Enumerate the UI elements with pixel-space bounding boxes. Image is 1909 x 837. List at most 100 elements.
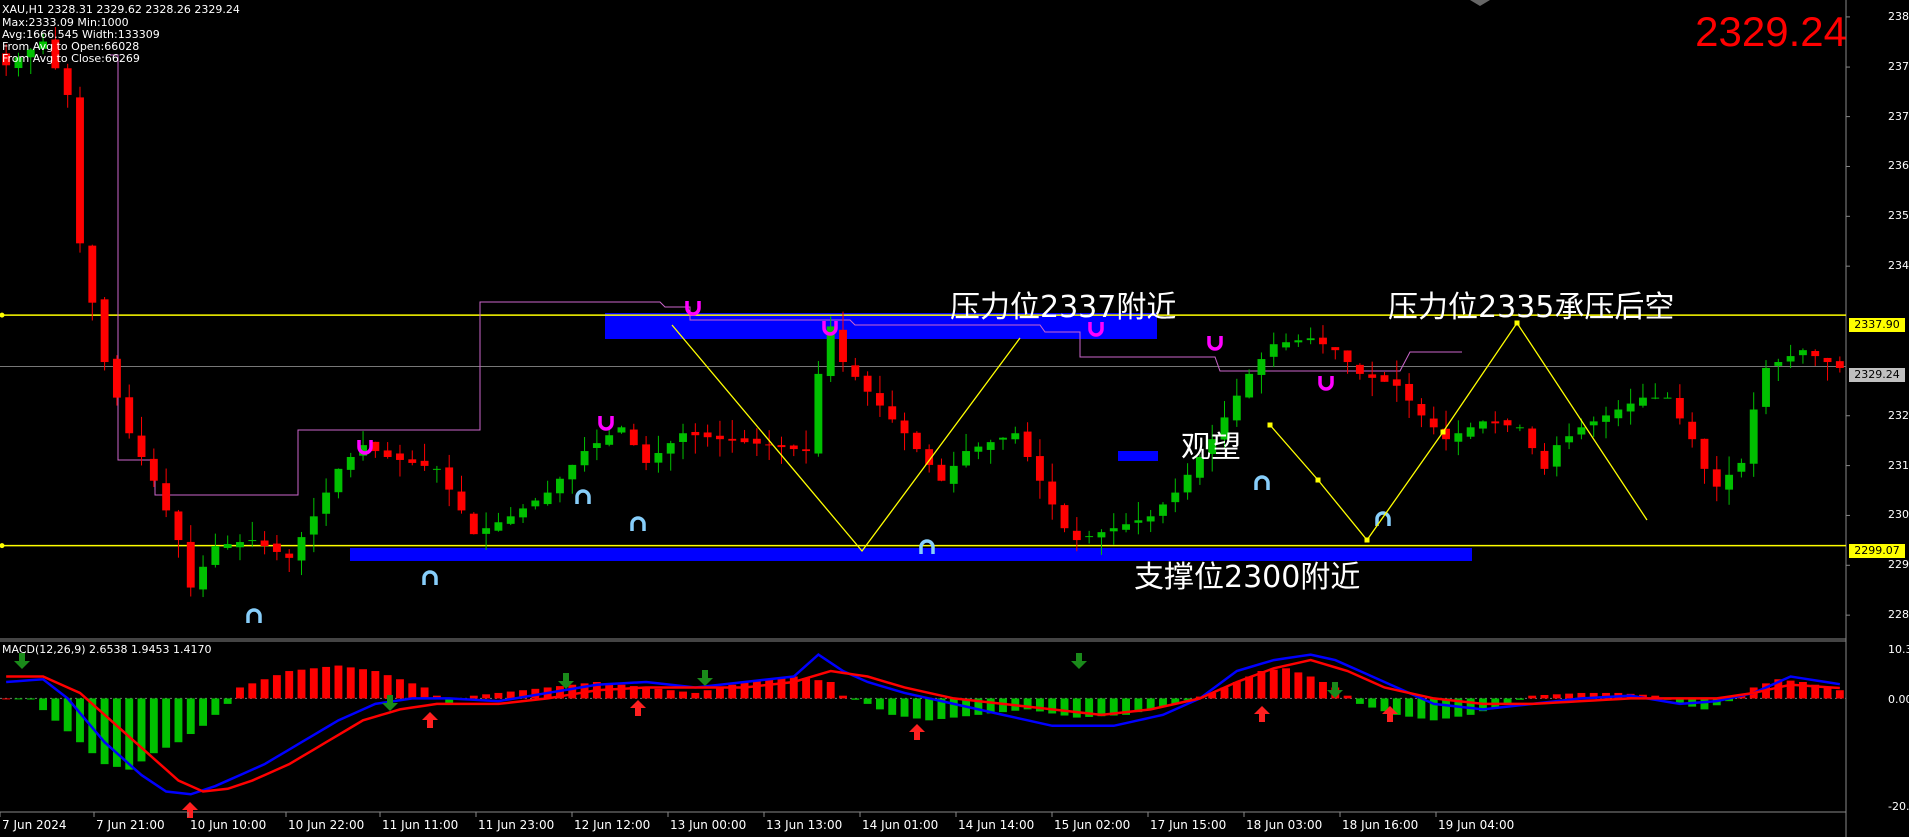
time-tick-label: 17 Jun 15:00 [1150,818,1227,832]
candle-body [1835,361,1844,368]
macd-histogram-bar [408,683,417,699]
macd-histogram-bar [383,675,392,699]
price-tick-label: 2287.35 [1888,608,1909,622]
macd-histogram-bar [802,678,811,699]
candle-body [1651,397,1660,399]
channel-line [110,54,1462,496]
macd-histogram-bar [765,679,774,699]
candle-body [617,427,626,433]
fractal-down-icon [246,608,262,623]
candle-body [1663,397,1672,399]
candle-body [100,299,109,363]
candle-body [1269,344,1278,357]
macd-histogram-bar [248,683,257,699]
macd-histogram-bar [285,671,294,699]
candle-body [728,438,737,441]
candle-body [875,393,884,406]
candle-body [900,420,909,434]
macd-histogram-bar [1072,698,1081,718]
candle-body [1085,536,1094,538]
macd-histogram-bar [875,698,884,710]
time-tick-label: 14 Jun 14:00 [958,818,1035,832]
candle-body [568,464,577,480]
chart-canvas[interactable] [0,0,1909,837]
time-tick-label: 18 Jun 16:00 [1342,818,1419,832]
macd-histogram-bar [334,665,343,699]
macd-up-arrow-icon [630,700,646,716]
candle-body [1786,356,1795,362]
candle-body [1577,427,1586,435]
candle-body [383,450,392,457]
candle-body [666,443,675,454]
candle-body [322,492,331,514]
macd-histogram-bar [1294,672,1303,699]
macd-histogram-bar [654,688,663,699]
candle-body [1035,456,1044,481]
macd-histogram-bar [211,698,220,715]
candle-body [716,435,724,440]
resistance-price-label: 2337.90 [1849,318,1905,332]
macd-header: MACD(12,26,9) 2.6538 1.9453 1.4170 [2,643,212,656]
macd-histogram-bar [297,669,306,699]
price-tick-label: 2354.55 [1888,209,1909,223]
candle-body [1405,383,1414,401]
info-line-close: From Avg to Close:66269 [2,52,140,65]
macd-histogram-bar [346,667,355,699]
candle-body [1774,362,1783,366]
candle-body [1749,409,1758,464]
macd-histogram-bar [482,694,491,699]
candle-body [986,442,995,450]
macd-histogram-bar [851,698,860,700]
macd-histogram-bar [1552,694,1561,699]
candle-body [1466,427,1475,437]
candle-body [629,429,638,446]
candle-body [642,444,651,463]
macd-up-arrow-icon [1254,706,1270,722]
macd-histogram-bar [396,679,404,699]
macd-histogram-bar [777,677,786,699]
candle-body [346,456,355,470]
macd-histogram-bar [716,687,724,699]
macd-down-arrow-icon [1327,682,1343,698]
candle-body [1454,433,1463,442]
price-tick-label: 2379.70 [1888,60,1909,74]
macd-histogram-bar [1786,680,1795,699]
candle-body [260,540,269,547]
macd-histogram-bar [359,669,367,699]
candle-body [752,438,761,444]
macd-histogram-bar [1048,698,1057,714]
macd-up-arrow-icon [909,724,925,740]
macd-histogram-bar [51,698,60,721]
candle-body [432,468,441,470]
macd-histogram-bar [199,698,207,726]
candle-body [1011,433,1020,440]
fractal-down-icon [422,570,438,585]
candle-body [309,516,318,535]
macd-histogram-bar [949,698,958,718]
time-tick-label: 15 Jun 02:00 [1054,818,1131,832]
candle-body [863,375,872,392]
candle-body [592,443,601,448]
candle-body [1319,337,1327,345]
macd-histogram-bar [371,671,380,699]
macd-histogram-bar [1700,698,1709,710]
macd-histogram-bar [137,698,146,762]
candle-body [63,68,72,95]
candle-body [1306,338,1315,341]
macd-tick-zero: 0.00 [1888,693,1909,706]
macd-histogram-bar [14,698,23,700]
candle-body [1048,481,1057,505]
macd-down-arrow-icon [1071,653,1087,669]
candle-body [297,537,306,561]
macd-histogram-bar [1319,681,1327,699]
annotation-watch: 观望 [1181,430,1241,465]
projection-node [1364,537,1370,543]
candle-body [236,542,244,548]
macd-histogram-bar [617,684,626,699]
macd-histogram-bar [1368,698,1377,708]
trading-chart[interactable]: XAU,H1 2328.31 2329.62 2328.26 2329.24 M… [0,0,1909,837]
candle-body [1614,409,1623,419]
macd-histogram-bar [39,698,48,711]
macd-histogram-bar [826,681,835,699]
candle-body [149,458,158,481]
